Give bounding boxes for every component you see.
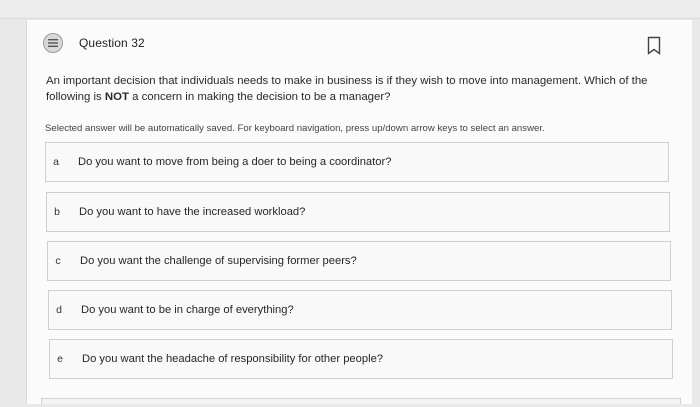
answer-letter: d xyxy=(56,304,62,316)
question-text-emphasis: NOT xyxy=(104,91,129,103)
question-title: Question 32 xyxy=(79,36,145,50)
answer-letter: e xyxy=(57,353,63,365)
question-text-end: a concern in making the decision to be a… xyxy=(128,91,391,103)
question-prompt: An important decision that individuals n… xyxy=(46,73,656,105)
next-question-card-edge xyxy=(41,398,681,404)
answer-letter: a xyxy=(53,156,59,168)
answer-option-c[interactable]: c Do you want the challenge of supervisi… xyxy=(47,241,671,281)
answer-text: Do you want to move from being a doer to… xyxy=(78,156,392,168)
question-header: Question 32 xyxy=(43,33,145,53)
answer-text: Do you want to be in charge of everythin… xyxy=(81,304,294,316)
answer-text: Do you want the challenge of supervising… xyxy=(80,255,357,267)
answer-option-a[interactable]: a Do you want to move from being a doer … xyxy=(45,142,669,182)
answer-letter: b xyxy=(54,206,60,218)
answer-letter: c xyxy=(55,255,61,267)
bookmark-icon[interactable] xyxy=(647,36,661,56)
instructions: Selected answer will be automatically sa… xyxy=(45,123,545,134)
top-strip xyxy=(0,0,700,19)
answer-option-e[interactable]: e Do you want the headache of responsibi… xyxy=(49,339,673,379)
answer-text: Do you want to have the increased worklo… xyxy=(79,206,306,218)
answer-text: Do you want the headache of responsibili… xyxy=(82,353,384,365)
answer-option-b[interactable]: b Do you want to have the increased work… xyxy=(46,192,670,232)
question-card: Question 32 An important decision that i… xyxy=(26,20,692,404)
list-question-icon xyxy=(43,33,63,53)
answer-option-d[interactable]: d Do you want to be in charge of everyth… xyxy=(48,290,672,330)
